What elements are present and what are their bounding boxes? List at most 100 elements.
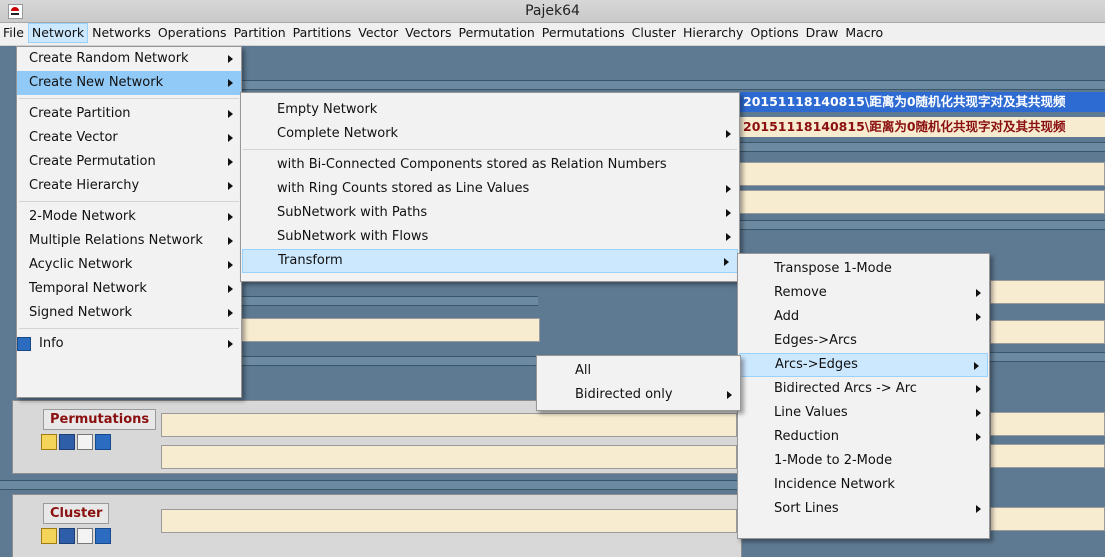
menu-item-label: Bidirected only — [575, 387, 673, 402]
menu-item-info[interactable]: Info — [17, 332, 241, 356]
menu-item-1-mode-to-2-mode[interactable]: 1-Mode to 2-Mode — [738, 449, 989, 473]
menu-item-temporal-network[interactable]: Temporal Network — [17, 277, 241, 301]
menu-network[interactable]: Network — [27, 23, 89, 43]
menu-partitions[interactable]: Partitions — [290, 23, 355, 43]
menu-item-create-new-network[interactable]: Create New Network — [17, 71, 241, 95]
menu-item-sort-lines[interactable]: Sort Lines — [738, 497, 989, 521]
menu-item-incidence-network[interactable]: Incidence Network — [738, 473, 989, 497]
workspace-field[interactable] — [990, 280, 1105, 304]
permutations-field-right[interactable] — [990, 412, 1105, 436]
menu-item-line-values[interactable]: Line Values — [738, 401, 989, 425]
menu-item-all[interactable]: All — [537, 359, 740, 383]
menu-item-bidirected-only[interactable]: Bidirected only — [537, 383, 740, 407]
menu-item-label: Multiple Relations Network — [29, 233, 203, 248]
open-folder-icon[interactable] — [41, 528, 57, 544]
workspace-divider — [238, 356, 538, 366]
menu-vector[interactable]: Vector — [355, 23, 401, 43]
save-icon[interactable] — [59, 528, 75, 544]
cluster-field-right[interactable] — [990, 507, 1105, 531]
menu-hierarchy[interactable]: Hierarchy — [680, 23, 746, 43]
workspace-divider — [725, 220, 1105, 230]
menu-item-transpose-1-mode[interactable]: Transpose 1-Mode — [738, 257, 989, 281]
menu-item-label: Create New Network — [29, 75, 164, 90]
menu-separator — [243, 149, 737, 150]
menu-item-create-partition[interactable]: Create Partition — [17, 102, 241, 126]
submenu-arrow-icon — [726, 130, 731, 138]
menu-item-bi-connected-components[interactable]: with Bi-Connected Components stored as R… — [241, 153, 739, 177]
menu-item-create-random-network[interactable]: Create Random Network — [17, 47, 241, 71]
transform-submenu: Transpose 1-Mode Remove Add Edges->Arcs … — [737, 253, 990, 539]
title-bar: Pajek64 — [0, 0, 1105, 23]
submenu-arrow-icon — [228, 285, 233, 293]
menu-item-ring-counts[interactable]: with Ring Counts stored as Line Values — [241, 177, 739, 201]
menu-cluster[interactable]: Cluster — [629, 23, 679, 43]
menu-item-label: Transpose 1-Mode — [774, 261, 892, 276]
menu-item-create-hierarchy[interactable]: Create Hierarchy — [17, 174, 241, 198]
menu-options[interactable]: Options — [747, 23, 801, 43]
network-field-selected[interactable]: 20151118140815\距离为0随机化共现字对及其共现频 — [725, 92, 1105, 112]
menu-item-label: SubNetwork with Flows — [277, 229, 429, 244]
menu-item-multiple-relations-network[interactable]: Multiple Relations Network — [17, 229, 241, 253]
menu-item-acyclic-network[interactable]: Acyclic Network — [17, 253, 241, 277]
menu-item-arcs-to-edges[interactable]: Arcs->Edges — [739, 353, 988, 377]
submenu-arrow-icon — [228, 182, 233, 190]
menu-partition[interactable]: Partition — [231, 23, 289, 43]
menu-vectors[interactable]: Vectors — [402, 23, 454, 43]
magnifier-icon[interactable] — [77, 434, 93, 450]
cluster-field[interactable] — [161, 509, 737, 533]
permutations-field-right[interactable] — [990, 444, 1105, 468]
permutations-field-2[interactable] — [161, 445, 737, 469]
menu-operations[interactable]: Operations — [155, 23, 230, 43]
menu-item-label: with Bi-Connected Components stored as R… — [277, 157, 667, 172]
menu-draw[interactable]: Draw — [803, 23, 842, 43]
menu-item-transform[interactable]: Transform — [242, 249, 738, 273]
menu-permutations[interactable]: Permutations — [539, 23, 628, 43]
permutations-field-1[interactable] — [161, 413, 737, 437]
menu-item-2-mode-network[interactable]: 2-Mode Network — [17, 205, 241, 229]
menu-item-label: Complete Network — [277, 126, 399, 141]
save-icon[interactable] — [59, 434, 75, 450]
menu-item-label: Add — [774, 309, 800, 324]
info-icon[interactable] — [95, 528, 111, 544]
menu-item-create-permutation[interactable]: Create Permutation — [17, 150, 241, 174]
network-field-second[interactable]: 20151118140815\距离为0随机化共现字对及其共现频 — [725, 117, 1105, 137]
menu-item-label: Bidirected Arcs -> Arc — [774, 381, 917, 396]
workspace-field[interactable] — [725, 190, 1105, 214]
menu-item-complete-network[interactable]: Complete Network — [241, 122, 739, 146]
workspace-field[interactable] — [725, 162, 1105, 186]
menu-item-add[interactable]: Add — [738, 305, 989, 329]
menu-item-remove[interactable]: Remove — [738, 281, 989, 305]
menu-item-edges-to-arcs[interactable]: Edges->Arcs — [738, 329, 989, 353]
menu-item-reduction[interactable]: Reduction — [738, 425, 989, 449]
menu-separator — [19, 98, 239, 99]
open-folder-icon[interactable] — [41, 434, 57, 450]
submenu-arrow-icon — [727, 391, 732, 399]
submenu-arrow-icon — [228, 340, 233, 348]
menu-networks[interactable]: Networks — [89, 23, 154, 43]
workspace-field[interactable] — [238, 318, 540, 342]
menu-item-label: Signed Network — [29, 305, 133, 320]
info-icon[interactable] — [95, 434, 111, 450]
menu-macro[interactable]: Macro — [842, 23, 886, 43]
menu-item-label: Temporal Network — [29, 281, 147, 296]
menu-item-create-vector[interactable]: Create Vector — [17, 126, 241, 150]
submenu-arrow-icon — [976, 385, 981, 393]
menu-item-label: Create Partition — [29, 106, 131, 121]
submenu-arrow-icon — [228, 55, 233, 63]
magnifier-icon[interactable] — [77, 528, 93, 544]
menu-item-label: Line Values — [774, 405, 848, 420]
menu-item-label: Remove — [774, 285, 827, 300]
menu-item-empty-network[interactable]: Empty Network — [241, 98, 739, 122]
submenu-arrow-icon — [726, 209, 731, 217]
menu-item-label: Create Hierarchy — [29, 178, 140, 193]
menu-file[interactable]: File — [0, 23, 27, 43]
workspace-field[interactable] — [990, 320, 1105, 344]
menu-permutation[interactable]: Permutation — [455, 23, 537, 43]
menu-item-label: Acyclic Network — [29, 257, 133, 272]
menu-item-subnetwork-flows[interactable]: SubNetwork with Flows — [241, 225, 739, 249]
menu-bar: File Network Networks Operations Partition Pa… — [0, 23, 1105, 46]
menu-item-bidirected-arcs-to-arc[interactable]: Bidirected Arcs -> Arc — [738, 377, 989, 401]
menu-item-subnetwork-paths[interactable]: SubNetwork with Paths — [241, 201, 739, 225]
menu-item-label: Create Vector — [29, 130, 118, 145]
menu-item-signed-network[interactable]: Signed Network — [17, 301, 241, 325]
